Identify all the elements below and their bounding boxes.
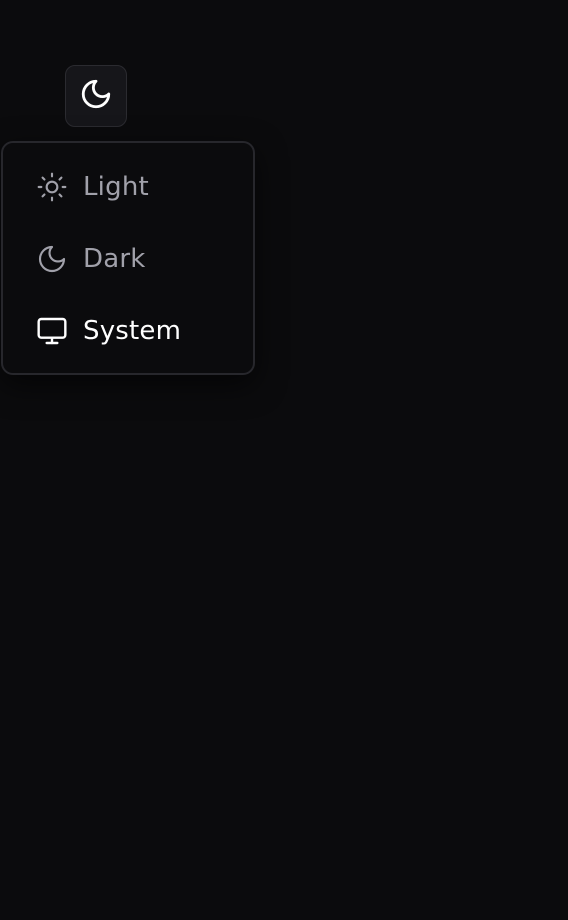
menu-item-system[interactable]: System [3,295,253,367]
monitor-icon [35,314,69,348]
theme-menu: Light Dark System [1,141,255,375]
menu-item-label: Light [83,172,149,202]
menu-item-dark[interactable]: Dark [3,223,253,295]
moon-icon [35,242,69,276]
menu-item-label: System [83,316,182,346]
theme-toggle-button[interactable] [65,65,127,127]
sun-icon [35,170,69,204]
moon-icon [79,77,113,115]
menu-item-label: Dark [83,244,146,274]
menu-item-light[interactable]: Light [3,151,253,223]
